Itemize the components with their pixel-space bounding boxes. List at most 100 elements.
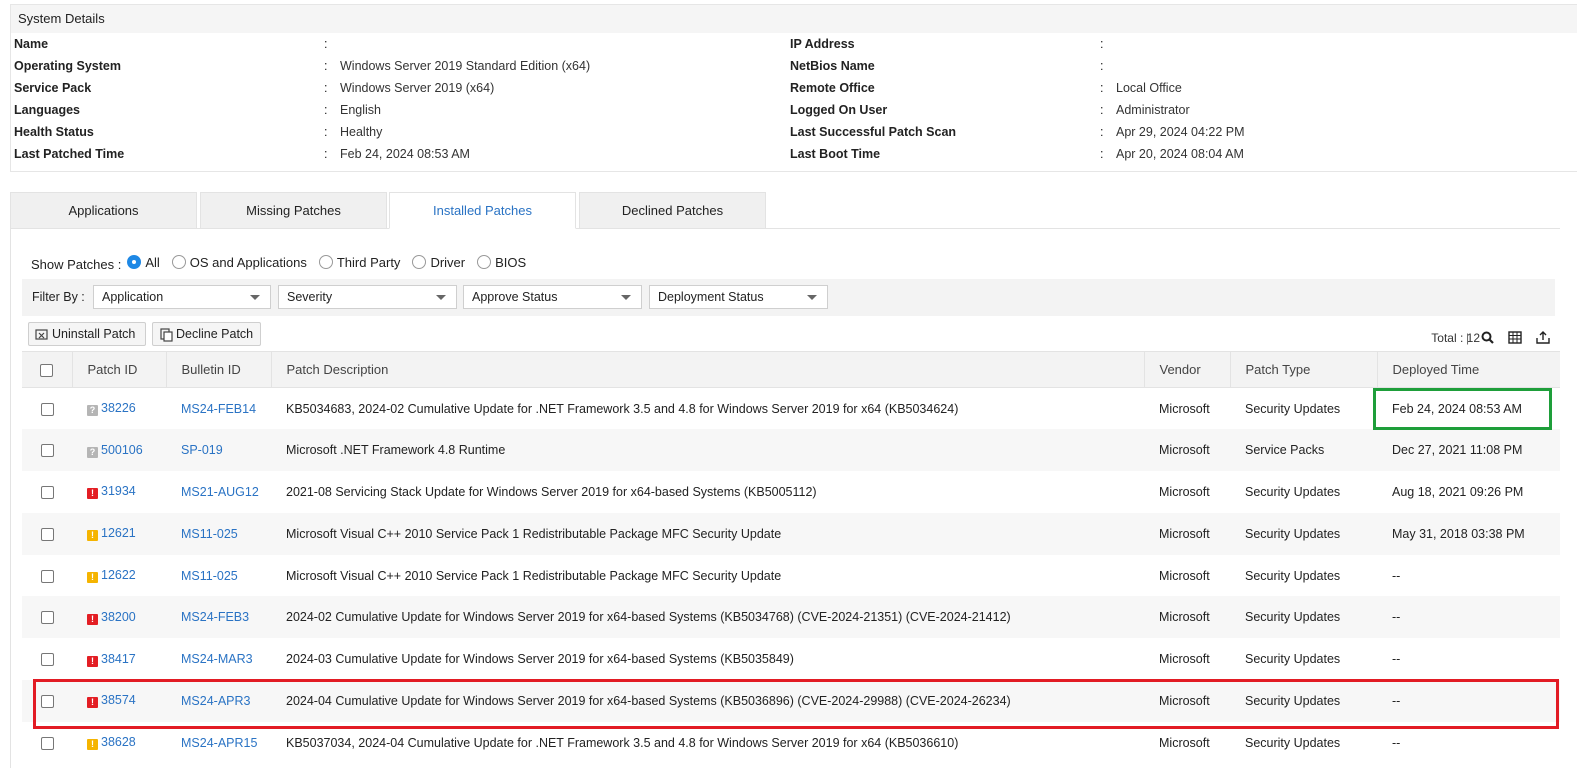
patch-id-link[interactable]: 31934 [101,484,136,498]
bulletin-id-cell: SP-019 [166,429,271,472]
colon-separator: : [324,125,328,139]
bulletin-id-cell: MS11-025 [166,512,271,555]
colon-separator: : [324,37,328,51]
row-checkbox[interactable] [40,527,54,541]
patch-type-cell: Security Updates [1245,652,1341,667]
patch-id-cell: ! 31934 [72,471,166,513]
row-checkbox[interactable] [40,569,54,583]
radio-bios[interactable]: BIOS [477,255,526,270]
table-row[interactable]: ! 12621 MS11-025 Microsoft Visual C++ 2010 … [22,512,1560,555]
row-checkbox[interactable] [40,402,54,416]
last-boot-time-label: Last Boot Time [790,147,881,161]
vendor-cell: Microsoft [1144,596,1230,639]
column-header-patch-description[interactable]: Patch Description [270,351,1144,388]
column-header-deployed-time[interactable]: Deployed Time [1376,351,1560,388]
colon-separator: : [324,147,328,161]
radio-driver[interactable]: Driver [412,255,465,270]
row-checkbox[interactable] [40,653,54,667]
patch-description-cell: 2024-03 Cumulative Update for Windows Se… [286,652,794,667]
table-row[interactable]: ! 31934 MS21-AUG12 2021-08 Servicing Stack … [22,471,1560,513]
patch-type-cell: Security Updates [1245,401,1341,416]
bulletin-id-link[interactable]: MS11-025 [181,527,238,541]
total-count: Total : 12 [1431,331,1480,345]
last-boot-time-value: Apr 20, 2024 08:04 AM [1116,147,1244,161]
application-filter-select[interactable]: Application [93,285,271,309]
table-row[interactable]: ! 38417 MS24-MAR3 2024-03 Cumulative Update… [22,638,1560,680]
remote-office-label: Remote Office [790,81,875,95]
radio-icon[interactable] [477,255,492,269]
row-select-cell [22,638,72,680]
severity-filter-select[interactable]: Severity [278,285,457,309]
deployed-time-cell: -- [1392,568,1401,583]
severity-critical-icon: ! [87,613,98,625]
patch-id-link[interactable]: 500106 [101,443,143,457]
radio-selected-icon[interactable] [127,255,142,269]
patch-id-link[interactable]: 38226 [101,401,136,415]
colon-separator: : [1100,59,1104,73]
table-row[interactable]: ? 38226 MS24-FEB14 KB5034683, 2024-02 Cumul… [22,388,1560,430]
tab-installed-patches[interactable]: Installed Patches [389,192,576,229]
severity-important-icon: ! [87,739,98,751]
patch-id-link[interactable]: 12622 [101,568,136,582]
deployment-status-filter-select[interactable]: Deployment Status [649,285,828,309]
column-header-bulletin-id[interactable]: Bulletin ID [165,351,271,388]
column-header-patch-type[interactable]: Patch Type [1229,351,1377,388]
column-header-vendor[interactable]: Vendor [1143,351,1230,388]
patch-description-cell: KB5034683, 2024-02 Cumulative Update for… [286,401,959,416]
table-row[interactable]: ! 38200 MS24-FEB3 2024-02 Cumulative Update… [22,596,1560,639]
table-row[interactable]: ? 500106 SP-019 Microsoft .NET Framework 4.… [22,429,1560,472]
service-pack-value: Windows Server 2019 (x64) [340,81,495,95]
table-row[interactable]: ! 12622 MS11-025 Microsoft Visual C++ 2010 … [22,555,1560,597]
bulletin-id-link[interactable]: MS21-AUG12 [181,485,259,499]
languages-label: Languages [14,103,80,117]
radio-icon[interactable] [171,255,186,269]
patch-id-cell: ! 38200 [72,596,166,639]
system-details-title: System Details [11,5,1577,33]
severity-unknown-icon: ? [87,405,98,417]
table-header-row: Patch ID Bulletin ID Patch Description V… [22,351,1560,388]
bulletin-id-link[interactable]: MS24-FEB14 [181,402,256,416]
patch-description-cell: 2021-08 Servicing Stack Update for Windo… [286,484,817,499]
chevron-down-icon [436,295,446,300]
bulletin-id-link[interactable]: MS11-025 [181,569,238,583]
row-checkbox[interactable] [40,486,54,500]
radio-icon[interactable] [412,255,427,269]
row-checkbox[interactable] [40,736,54,750]
vendor-cell: Microsoft [1159,568,1210,583]
bulletin-id-link[interactable]: MS24-APR15 [181,736,257,750]
row-select-cell [22,388,72,430]
patch-id-cell: ? 38226 [72,388,166,430]
approve-status-filter-select[interactable]: Approve Status [463,285,642,309]
uninstall-patch-button[interactable]: Uninstall Patch [28,322,146,346]
radio-icon[interactable] [318,255,333,269]
vendor-cell: Microsoft [1159,484,1210,499]
patch-id-link[interactable]: 12621 [101,526,136,540]
bulletin-id-link[interactable]: MS24-FEB3 [181,610,249,624]
radio-all[interactable]: All [127,255,160,270]
chevron-down-icon [621,295,631,300]
patch-id-link[interactable]: 38628 [101,735,136,749]
row-select-cell [22,512,72,555]
row-checkbox[interactable] [40,444,54,458]
row-select-cell [22,555,72,597]
column-header-patch-id[interactable]: Patch ID [71,351,166,388]
radio-os-and-applications[interactable]: OS and Applications [171,255,307,270]
severity-unknown-icon: ? [87,446,98,458]
tab-declined-patches[interactable]: Declined Patches [579,192,766,229]
severity-critical-icon: ! [87,488,98,500]
tab-missing-patches[interactable]: Missing Patches [200,192,387,229]
column-chooser-icon[interactable] [1508,331,1522,344]
bulletin-id-link[interactable]: MS24-MAR3 [181,652,253,666]
search-icon[interactable] [1481,331,1494,344]
decline-patch-button[interactable]: Decline Patch [152,322,261,346]
export-icon[interactable] [1536,331,1550,344]
patch-description-cell: Microsoft Visual C++ 2010 Service Pack 1… [271,512,1144,555]
patch-id-link[interactable]: 38417 [101,652,136,666]
tab-applications[interactable]: Applications [10,192,197,229]
bulletin-id-link[interactable]: SP-019 [181,443,223,457]
patch-id-link[interactable]: 38200 [101,610,136,624]
select-all-checkbox[interactable] [40,364,54,378]
row-checkbox[interactable] [40,611,54,625]
radio-third-party[interactable]: Third Party [318,255,400,270]
colon-separator: : [324,81,328,95]
